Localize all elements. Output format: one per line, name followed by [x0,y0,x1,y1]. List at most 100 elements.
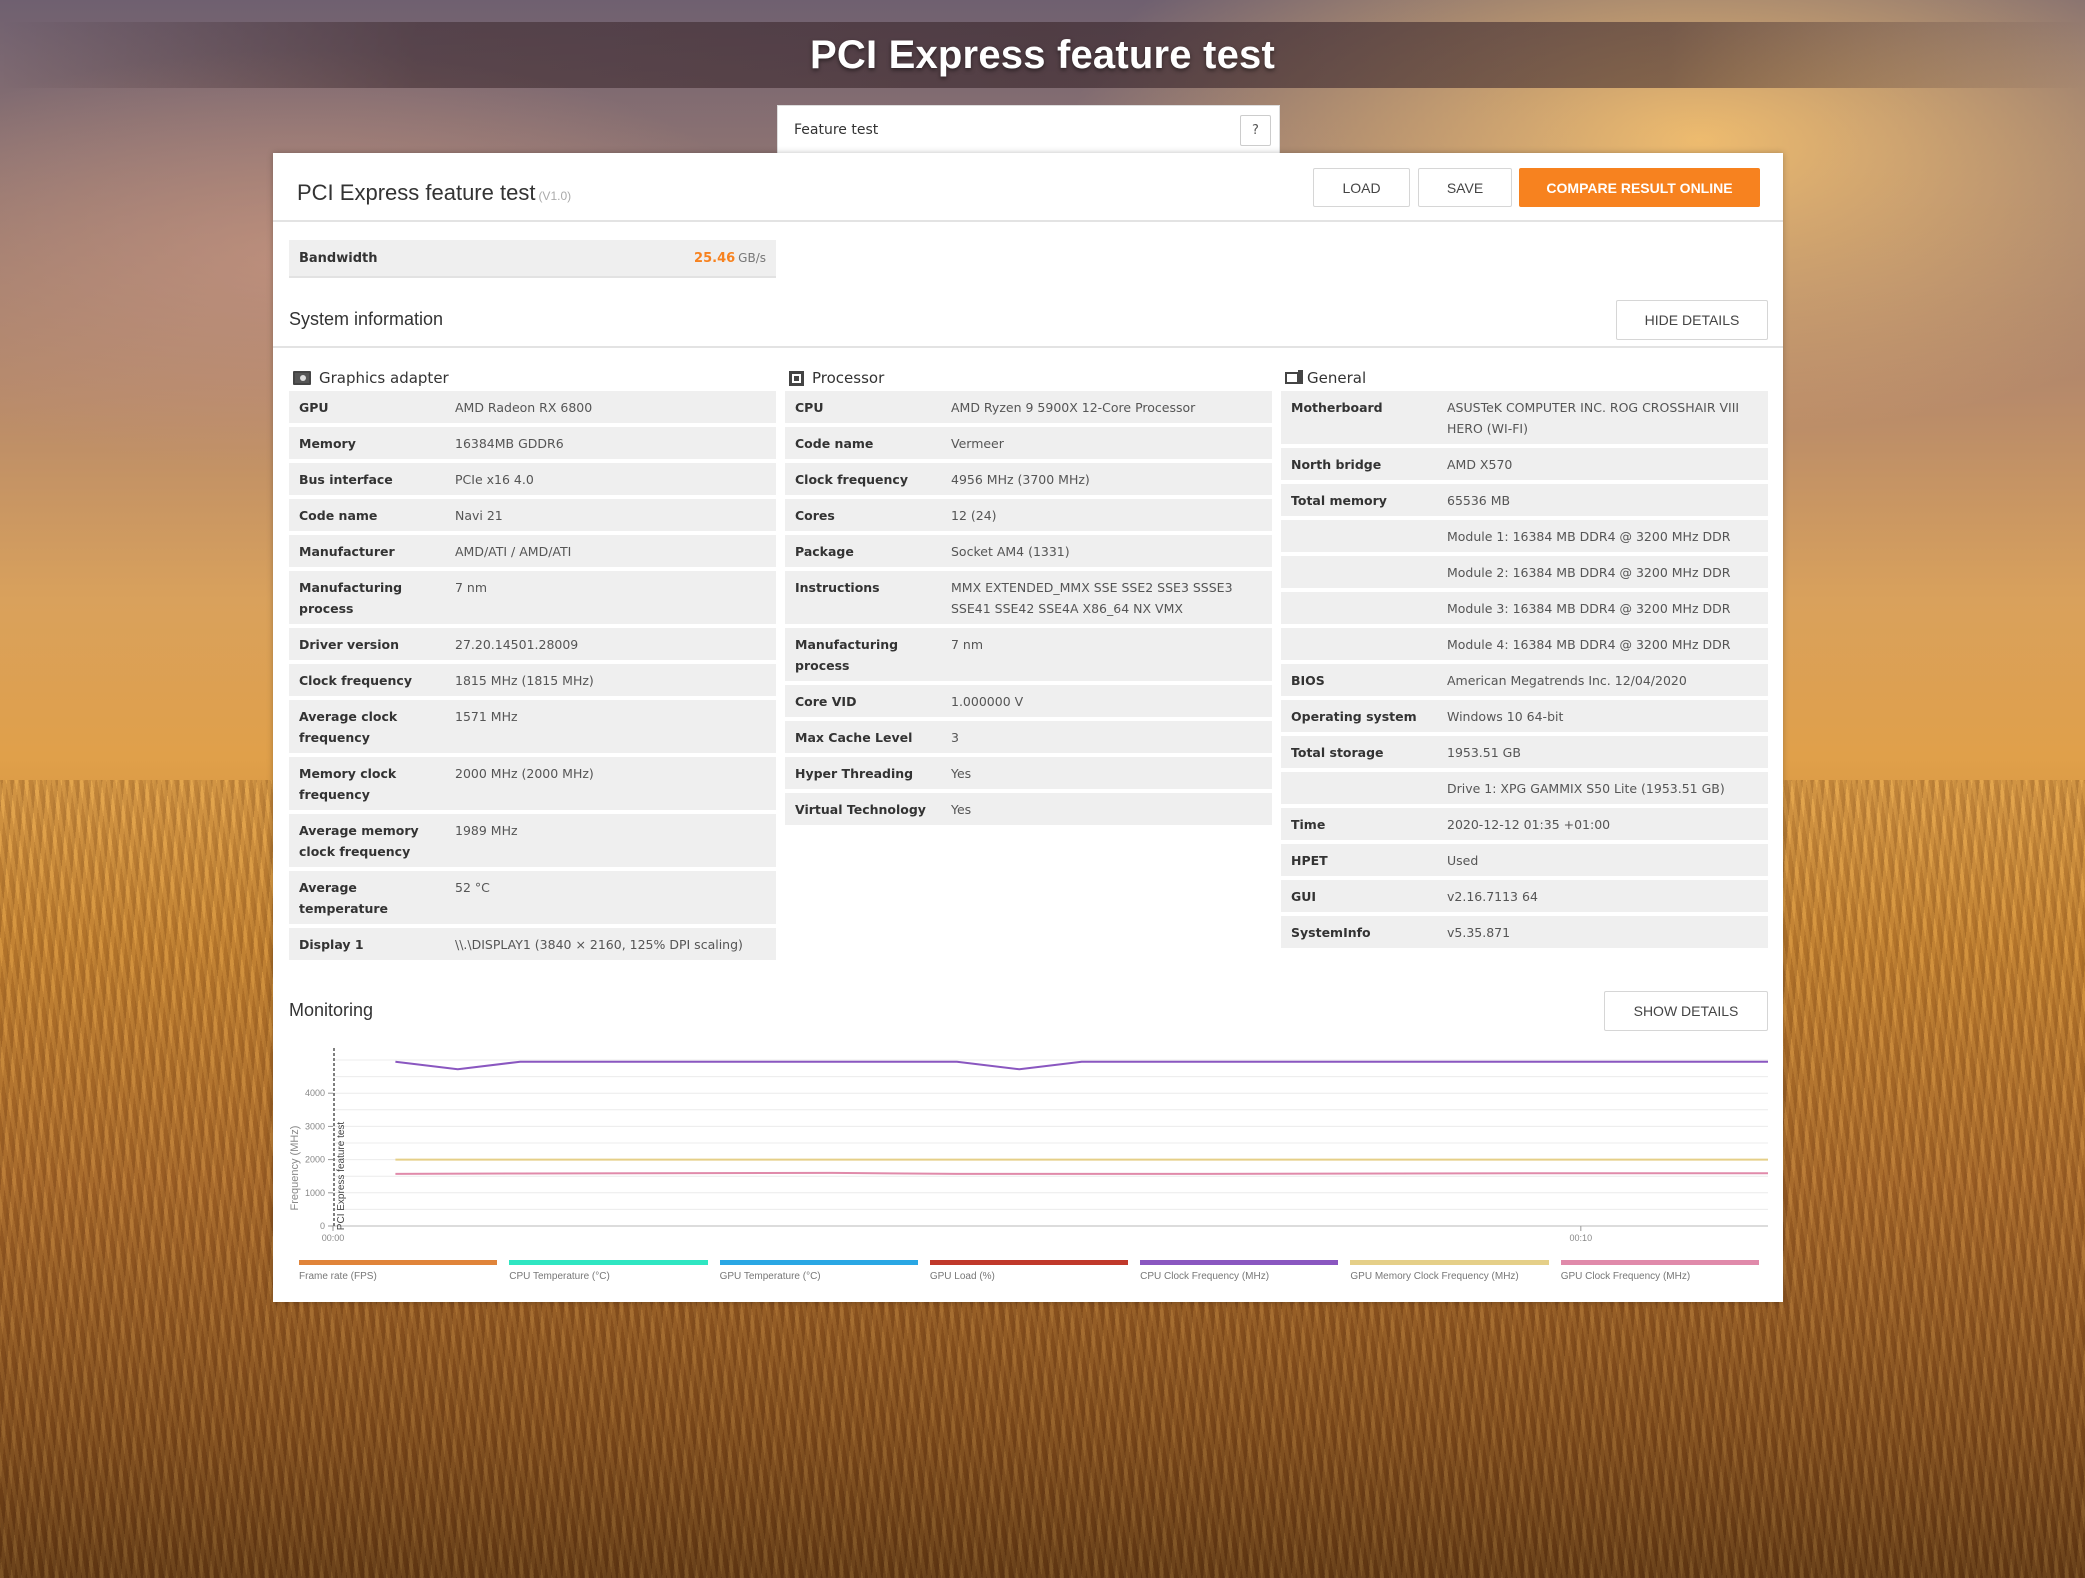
info-value: 1.000000 V [941,685,1272,717]
info-value: AMD Radeon RX 6800 [445,391,776,423]
info-row: Manufacturing process 7 nm [289,571,776,624]
info-row: North bridge AMD X570 [1281,448,1768,480]
monitoring-title: Monitoring [289,1000,374,1020]
info-value: 2020-12-12 01:35 +01:00 [1437,808,1768,840]
info-row: Code name Navi 21 [289,499,776,531]
monitoring-chart: 0 1000 2000 3000 4000 00:00 00:10 Frequency (M… [273,1043,1783,1293]
info-value: \\.\DISPLAY1 (3840 × 2160, 125% DPI scal… [445,928,776,960]
info-key: Code name [289,499,445,531]
info-row: Module 4: 16384 MB DDR4 @ 3200 MHz DDR [1281,628,1768,660]
hide-details-button[interactable]: HIDE DETAILS [1616,300,1768,340]
result-version: (V1.0) [538,189,572,203]
info-row: Core VID 1.000000 V [785,685,1272,717]
info-value: Module 4: 16384 MB DDR4 @ 3200 MHz DDR [1437,628,1768,660]
show-details-button[interactable]: SHOW DETAILS [1604,991,1768,1031]
info-key: Driver version [289,628,445,660]
load-button[interactable]: LOAD [1313,168,1410,207]
info-row: SystemInfo v5.35.871 [1281,916,1768,948]
compare-result-online-button[interactable]: COMPARE RESULT ONLINE [1519,168,1760,207]
info-value: Module 1: 16384 MB DDR4 @ 3200 MHz DDR [1437,520,1768,552]
chart-y-tick-label: 4000 [305,1088,325,1098]
info-row: Module 2: 16384 MB DDR4 @ 3200 MHz DDR [1281,556,1768,588]
info-key: Display 1 [289,928,445,960]
info-row: Manufacturer AMD/ATI / AMD/ATI [289,535,776,567]
info-key: Memory clock frequency [289,757,445,810]
legend-label: GPU Memory Clock Frequency (MHz) [1350,1271,1519,1282]
info-key: Bus interface [289,463,445,495]
info-value: 16384MB GDDR6 [445,427,776,459]
info-key: Code name [785,427,941,459]
legend-label: Frame rate (FPS) [299,1271,377,1282]
general-table: Motherboard ASUSTeK COMPUTER INC. ROG CRO… [1281,387,1768,952]
chart-series-line [395,1060,1768,1071]
chart-y-tick-label: 1000 [305,1188,325,1198]
bandwidth-score: Bandwidth 25.46 GB/s [289,240,776,278]
legend-item[interactable]: GPU Load (%) [929,1260,1129,1282]
chart-y-tick-label: 2000 [305,1155,325,1165]
legend-label: CPU Temperature (°C) [509,1271,610,1282]
info-value: Windows 10 64-bit [1437,700,1768,732]
legend-item[interactable]: GPU Clock Frequency (MHz) [1560,1260,1759,1282]
info-value: Module 2: 16384 MB DDR4 @ 3200 MHz DDR [1437,556,1768,588]
info-key: Memory [289,427,445,459]
section-divider [273,346,1783,348]
help-button[interactable]: ? [1240,115,1271,146]
info-key: Core VID [785,685,941,717]
info-row: Motherboard ASUSTeK COMPUTER INC. ROG CRO… [1281,391,1768,444]
info-value: Navi 21 [445,499,776,531]
processor-title: Processor [812,369,885,387]
info-key: Operating system [1281,700,1437,732]
legend-item[interactable]: CPU Clock Frequency (MHz) [1140,1260,1339,1282]
processor-table: CPU AMD Ryzen 9 5900X 12-Core Processor Co… [785,387,1272,829]
legend-item[interactable]: GPU Memory Clock Frequency (MHz) [1350,1260,1549,1282]
info-row: Memory clock frequency 2000 MHz (2000 MHz… [289,757,776,810]
info-row: Total storage 1953.51 GB [1281,736,1768,768]
info-key [1281,772,1437,804]
processor-column: Processor CPU AMD Ryzen 9 5900X 12-Core P… [785,365,1272,829]
chart-axes: 0 1000 2000 3000 4000 00:00 00:10 [305,1048,1768,1243]
info-value: 1989 MHz [445,814,776,867]
info-value: 52 °C [445,871,776,924]
info-value: 7 nm [445,571,776,624]
info-key: Max Cache Level [785,721,941,753]
bandwidth-label: Bandwidth [299,250,378,266]
info-key: Package [785,535,941,567]
info-value: 3 [941,721,1272,753]
info-row: Clock frequency 4956 MHz (3700 MHz) [785,463,1272,495]
info-row: Average temperature 52 °C [289,871,776,924]
legend-label: CPU Clock Frequency (MHz) [1140,1271,1270,1282]
info-key: Manufacturing process [289,571,445,624]
chart-series [395,1060,1768,1175]
legend-color-bar [929,1260,1129,1265]
processor-icon [789,370,804,386]
info-key: Total storage [1281,736,1437,768]
computer-icon [1285,370,1303,384]
graphics-adapter-table: GPU AMD Radeon RX 6800 Memory 16384MB GDDR6… [289,387,776,964]
legend-item[interactable]: GPU Temperature (°C) [719,1260,918,1282]
info-row: Package Socket AM4 (1331) [785,535,1272,567]
legend-item[interactable]: CPU Temperature (°C) [509,1260,708,1282]
info-key [1281,520,1437,552]
info-value: 1571 MHz [445,700,776,753]
info-value: AMD X570 [1437,448,1768,480]
legend-color-bar [1350,1260,1549,1265]
info-key: Average clock frequency [289,700,445,753]
info-key: Time [1281,808,1437,840]
legend-color-bar [1560,1260,1759,1265]
info-key: Hyper Threading [785,757,941,789]
info-key: HPET [1281,844,1437,876]
save-button[interactable]: SAVE [1418,168,1512,207]
legend-item[interactable]: Frame rate (FPS) [299,1260,498,1282]
info-key: Instructions [785,571,941,624]
info-row: HPET Used [1281,844,1768,876]
feature-test-select-value: Feature test [794,122,879,138]
feature-test-select[interactable]: Feature test ? [777,105,1280,154]
info-value: Used [1437,844,1768,876]
info-row: Virtual Technology Yes [785,793,1272,825]
legend-label: GPU Load (%) [929,1271,995,1282]
info-key: North bridge [1281,448,1437,480]
info-row: Hyper Threading Yes [785,757,1272,789]
info-row: Memory 16384MB GDDR6 [289,427,776,459]
result-title: PCI Express feature test (V1.0) [297,180,571,206]
legend-color-bar [299,1260,498,1265]
